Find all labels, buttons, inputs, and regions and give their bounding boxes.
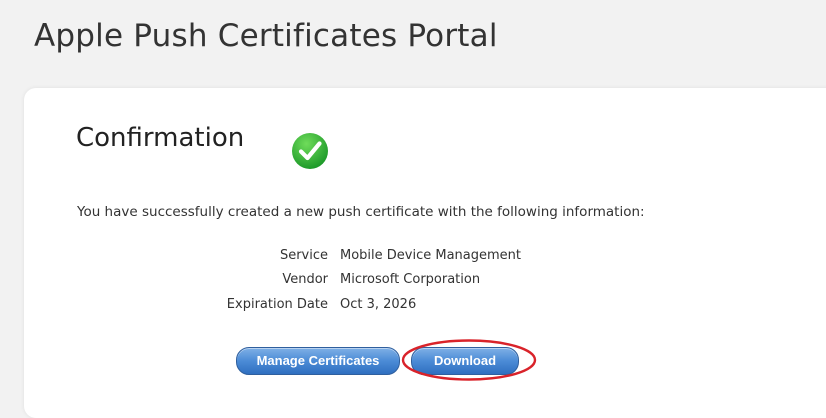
detail-value-expiration: Oct 3, 2026 [340,297,417,312]
page-title: Apple Push Certificates Portal [34,18,498,54]
confirmation-heading: Confirmation [76,123,245,153]
manage-certificates-button[interactable]: Manage Certificates [236,347,400,375]
detail-value-vendor: Microsoft Corporation [340,272,481,287]
highlight-circle [401,339,537,381]
detail-label-expiration: Expiration Date [226,297,328,312]
confirmation-message: You have successfully created a new push… [77,204,645,220]
check-circle-icon [292,133,328,169]
detail-label-service: Service [279,248,328,263]
detail-value-service: Mobile Device Management [340,248,522,263]
detail-label-vendor: Vendor [282,272,328,287]
